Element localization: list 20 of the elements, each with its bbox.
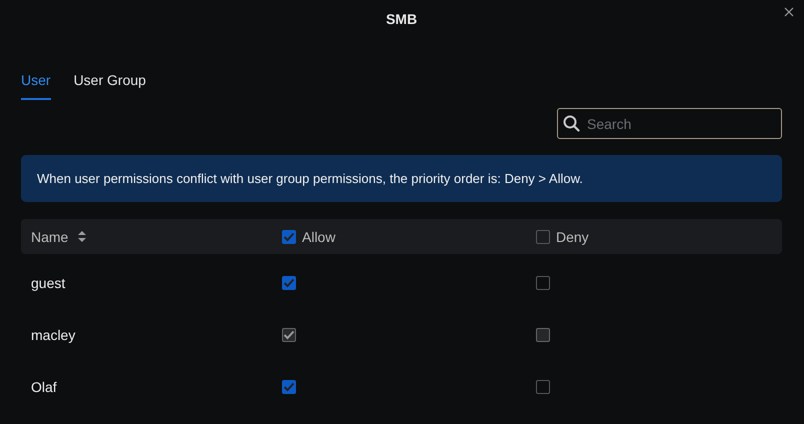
checkbox[interactable] xyxy=(282,380,296,394)
tab[interactable]: User xyxy=(21,70,51,100)
dialog-title: SMB xyxy=(386,11,418,27)
checkbox[interactable] xyxy=(536,276,550,290)
column-header: Deny xyxy=(556,228,589,244)
column-header[interactable]: Name xyxy=(31,228,68,244)
tab[interactable]: User Group xyxy=(74,70,146,100)
notice-text: When user permissions conflict with user group permissions, the priority order is: Deny > Allow. xyxy=(37,171,583,186)
close-icon[interactable] xyxy=(784,7,794,17)
sort-icon[interactable] xyxy=(78,231,86,242)
checkbox[interactable] xyxy=(536,230,550,244)
table-cell: macley xyxy=(31,327,76,343)
table-cell: guest xyxy=(31,275,66,291)
checkbox[interactable] xyxy=(282,276,296,290)
checkbox[interactable] xyxy=(536,380,550,394)
column-header: Allow xyxy=(302,228,336,244)
search-icon xyxy=(563,115,580,132)
search-field[interactable]: Search xyxy=(557,108,782,139)
checkbox[interactable] xyxy=(282,230,296,244)
table-cell: Olaf xyxy=(31,379,57,395)
